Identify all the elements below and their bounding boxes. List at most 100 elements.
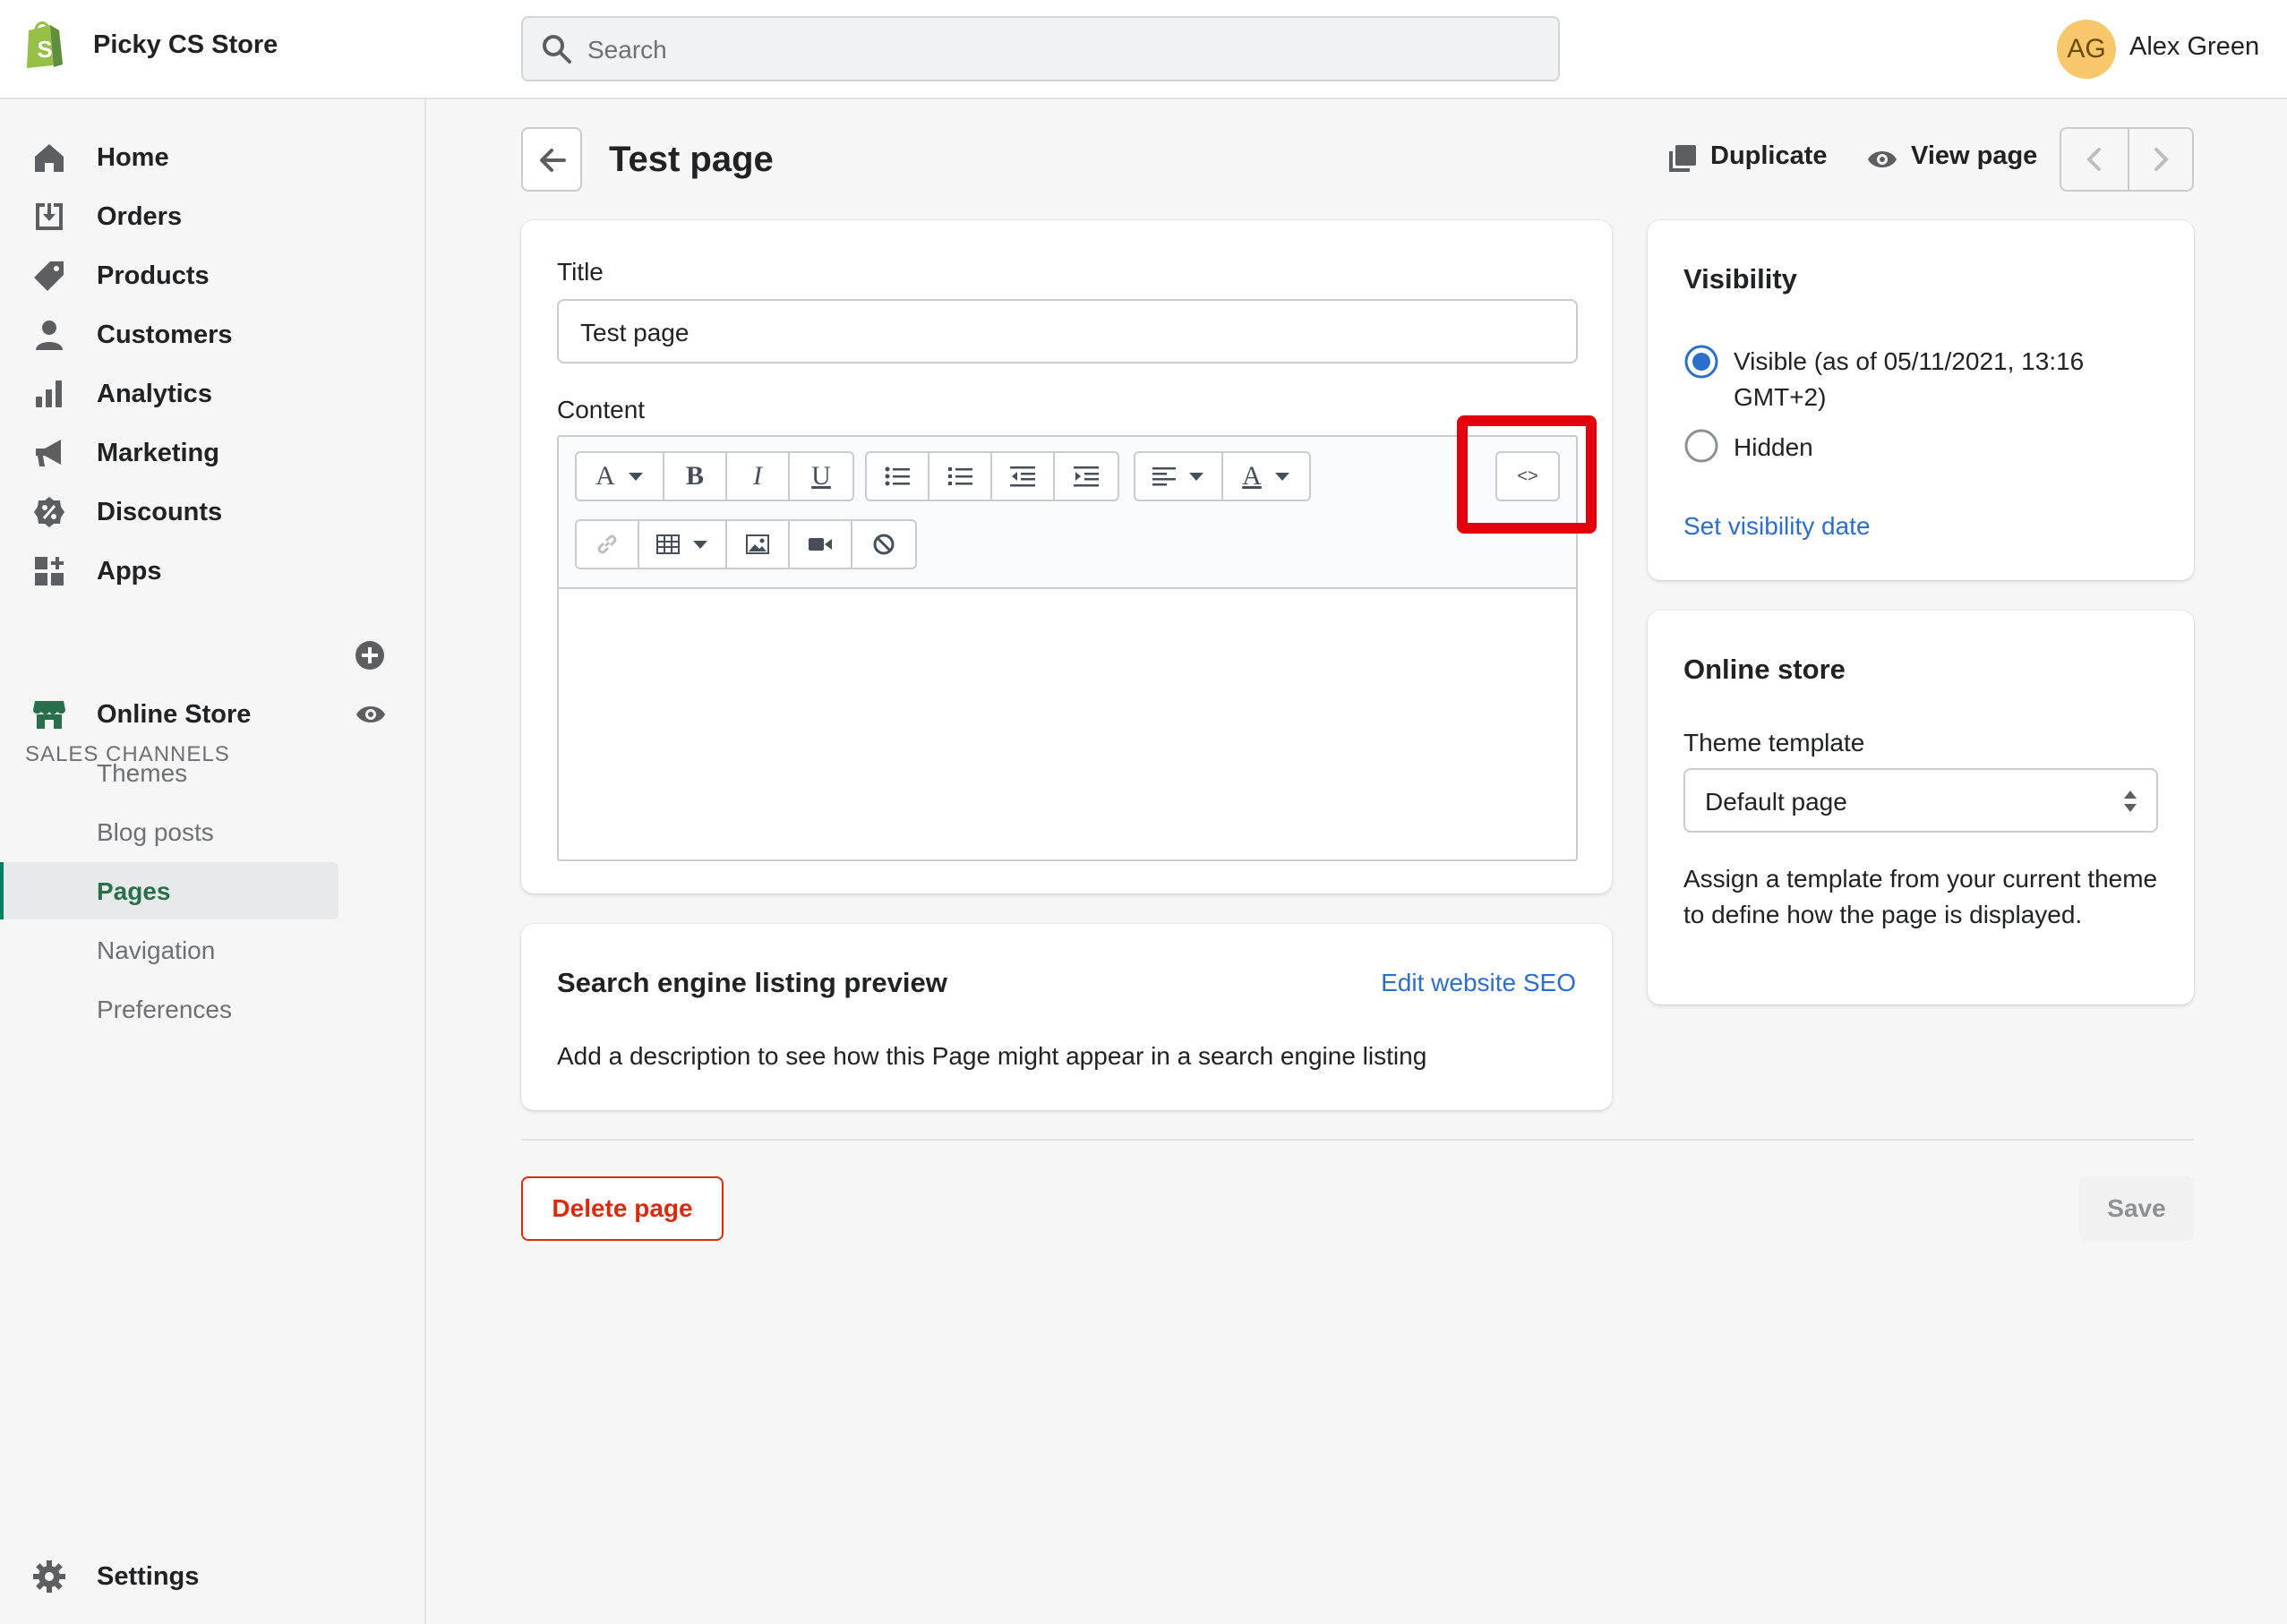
eye-icon[interactable]: [355, 698, 387, 731]
editor-toolbar: A B I U A <>: [559, 437, 1576, 589]
sidebar-item-customers[interactable]: Customers: [0, 307, 426, 363]
align-left-icon: [1152, 466, 1176, 486]
sidebar-item-orders[interactable]: Orders: [0, 189, 426, 244]
title-input[interactable]: Test page: [557, 299, 1578, 363]
search-placeholder: Search: [587, 36, 667, 64]
user-name[interactable]: Alex Green: [2129, 32, 2259, 62]
save-button[interactable]: Save: [2079, 1176, 2194, 1241]
caret-down-icon: [628, 471, 644, 482]
content-label: Content: [557, 396, 646, 423]
sidebar-item-label: Online Store: [97, 700, 252, 729]
sidebar-item-marketing[interactable]: Marketing: [0, 425, 426, 481]
visible-radio[interactable]: [1683, 344, 1719, 380]
sidebar-subitem-pages[interactable]: Pages: [0, 862, 338, 919]
sidebar-subitem-label: Navigation: [97, 936, 216, 964]
sidebar-item-label: Analytics: [97, 380, 212, 408]
title-input-value: Test page: [580, 319, 690, 346]
duplicate-icon: [1667, 143, 1698, 174]
bar-chart-icon: [32, 377, 66, 411]
hidden-radio-label[interactable]: Hidden: [1734, 433, 1813, 462]
bold-button[interactable]: B: [664, 453, 727, 500]
sidebar-item-label: Orders: [97, 202, 183, 231]
avatar[interactable]: AG: [2057, 20, 2116, 79]
search-icon: [541, 33, 573, 65]
sidebar-subitem-themes[interactable]: Themes: [0, 744, 338, 801]
clear-formatting-icon: [872, 533, 895, 556]
duplicate-button[interactable]: Duplicate: [1667, 134, 1829, 184]
discount-icon: [32, 495, 66, 529]
font-icon: A: [595, 461, 615, 491]
alignment-dropdown[interactable]: [1135, 453, 1223, 500]
font-toolbar-group: A B I U: [575, 451, 854, 501]
chevron-left-icon: [2083, 147, 2106, 172]
insert-table-dropdown[interactable]: [639, 521, 727, 568]
set-visibility-date-link[interactable]: Set visibility date: [1683, 512, 1871, 541]
chevron-right-icon: [2149, 147, 2172, 172]
clear-formatting-button[interactable]: [852, 521, 915, 568]
visible-radio-label[interactable]: Visible (as of 05/11/2021, 13:16 GMT+2): [1734, 344, 2163, 415]
eye-icon: [1866, 144, 1898, 175]
numbered-list-button[interactable]: [929, 453, 992, 500]
next-page-button[interactable]: [2129, 129, 2192, 190]
text-color-dropdown[interactable]: A: [1223, 453, 1309, 500]
edit-website-seo-link[interactable]: Edit website SEO: [1381, 969, 1576, 997]
font-style-dropdown[interactable]: A: [577, 453, 664, 500]
online-store-card-title: Online store: [1683, 654, 1846, 685]
person-icon: [32, 318, 66, 352]
theme-template-select[interactable]: Default page: [1683, 768, 2158, 833]
delete-page-button[interactable]: Delete page: [521, 1176, 724, 1241]
sidebar-item-apps[interactable]: Apps: [0, 543, 426, 599]
editor-content-area[interactable]: [559, 589, 1576, 859]
gear-icon: [32, 1560, 66, 1594]
sidebar-subitem-preferences[interactable]: Preferences: [0, 980, 338, 1038]
title-label: Title: [557, 258, 604, 286]
sidebar-subitem-navigation[interactable]: Navigation: [0, 921, 338, 979]
sidebar-item-discounts[interactable]: Discounts: [0, 484, 426, 540]
back-button[interactable]: [521, 127, 582, 192]
view-page-button[interactable]: View page: [1866, 134, 2042, 184]
text-color-icon: A: [1242, 461, 1262, 491]
outdent-button[interactable]: [992, 453, 1055, 500]
sidebar-item-home[interactable]: Home: [0, 130, 426, 185]
search-input[interactable]: Search: [521, 16, 1560, 81]
store-name[interactable]: Picky CS Store: [93, 30, 278, 60]
sidebar-item-products[interactable]: Products: [0, 248, 426, 303]
visibility-card-title: Visibility: [1683, 263, 1797, 295]
caret-down-icon: [692, 539, 708, 550]
indent-button[interactable]: [1055, 453, 1118, 500]
sidebar-subitem-blog-posts[interactable]: Blog posts: [0, 803, 338, 860]
sidebar-item-settings[interactable]: Settings: [0, 1549, 426, 1604]
online-store-card: Online store Theme template Default page…: [1648, 611, 2194, 1004]
sidebar-item-analytics[interactable]: Analytics: [0, 366, 426, 422]
sidebar-item-label: Discounts: [97, 498, 223, 526]
sidebar-item-label: Settings: [97, 1562, 200, 1591]
select-arrows-icon: [2122, 788, 2138, 815]
bold-icon: B: [685, 461, 704, 491]
underline-button[interactable]: U: [790, 453, 852, 500]
add-sales-channel-icon[interactable]: [355, 640, 385, 671]
insert-video-button[interactable]: [790, 521, 852, 568]
caret-down-icon: [1274, 471, 1290, 482]
sidebar-subitem-label: Blog posts: [97, 818, 214, 846]
page-details-card: Title Test page Content A B I U A <>: [521, 220, 1612, 893]
sidebar-item-label: Customers: [97, 321, 233, 349]
arrow-left-icon: [537, 145, 568, 175]
insert-image-button[interactable]: [727, 521, 790, 568]
outdent-icon: [1010, 466, 1035, 487]
insert-toolbar-group: [575, 519, 917, 569]
svg-text:S: S: [37, 36, 52, 63]
tag-icon: [32, 259, 66, 293]
shopify-logo-icon[interactable]: S: [23, 18, 66, 70]
bullet-list-button[interactable]: [867, 453, 929, 500]
store-icon: [32, 697, 66, 731]
orders-icon: [32, 200, 66, 234]
previous-page-button[interactable]: [2061, 129, 2128, 190]
seo-card-description: Add a description to see how this Page m…: [557, 1042, 1427, 1070]
pagination: [2060, 127, 2194, 192]
hidden-radio[interactable]: [1683, 428, 1719, 464]
table-icon: [656, 534, 680, 554]
insert-link-button[interactable]: [577, 521, 639, 568]
italic-button[interactable]: I: [727, 453, 790, 500]
home-icon: [32, 141, 66, 175]
page-title: Test page: [609, 140, 774, 179]
